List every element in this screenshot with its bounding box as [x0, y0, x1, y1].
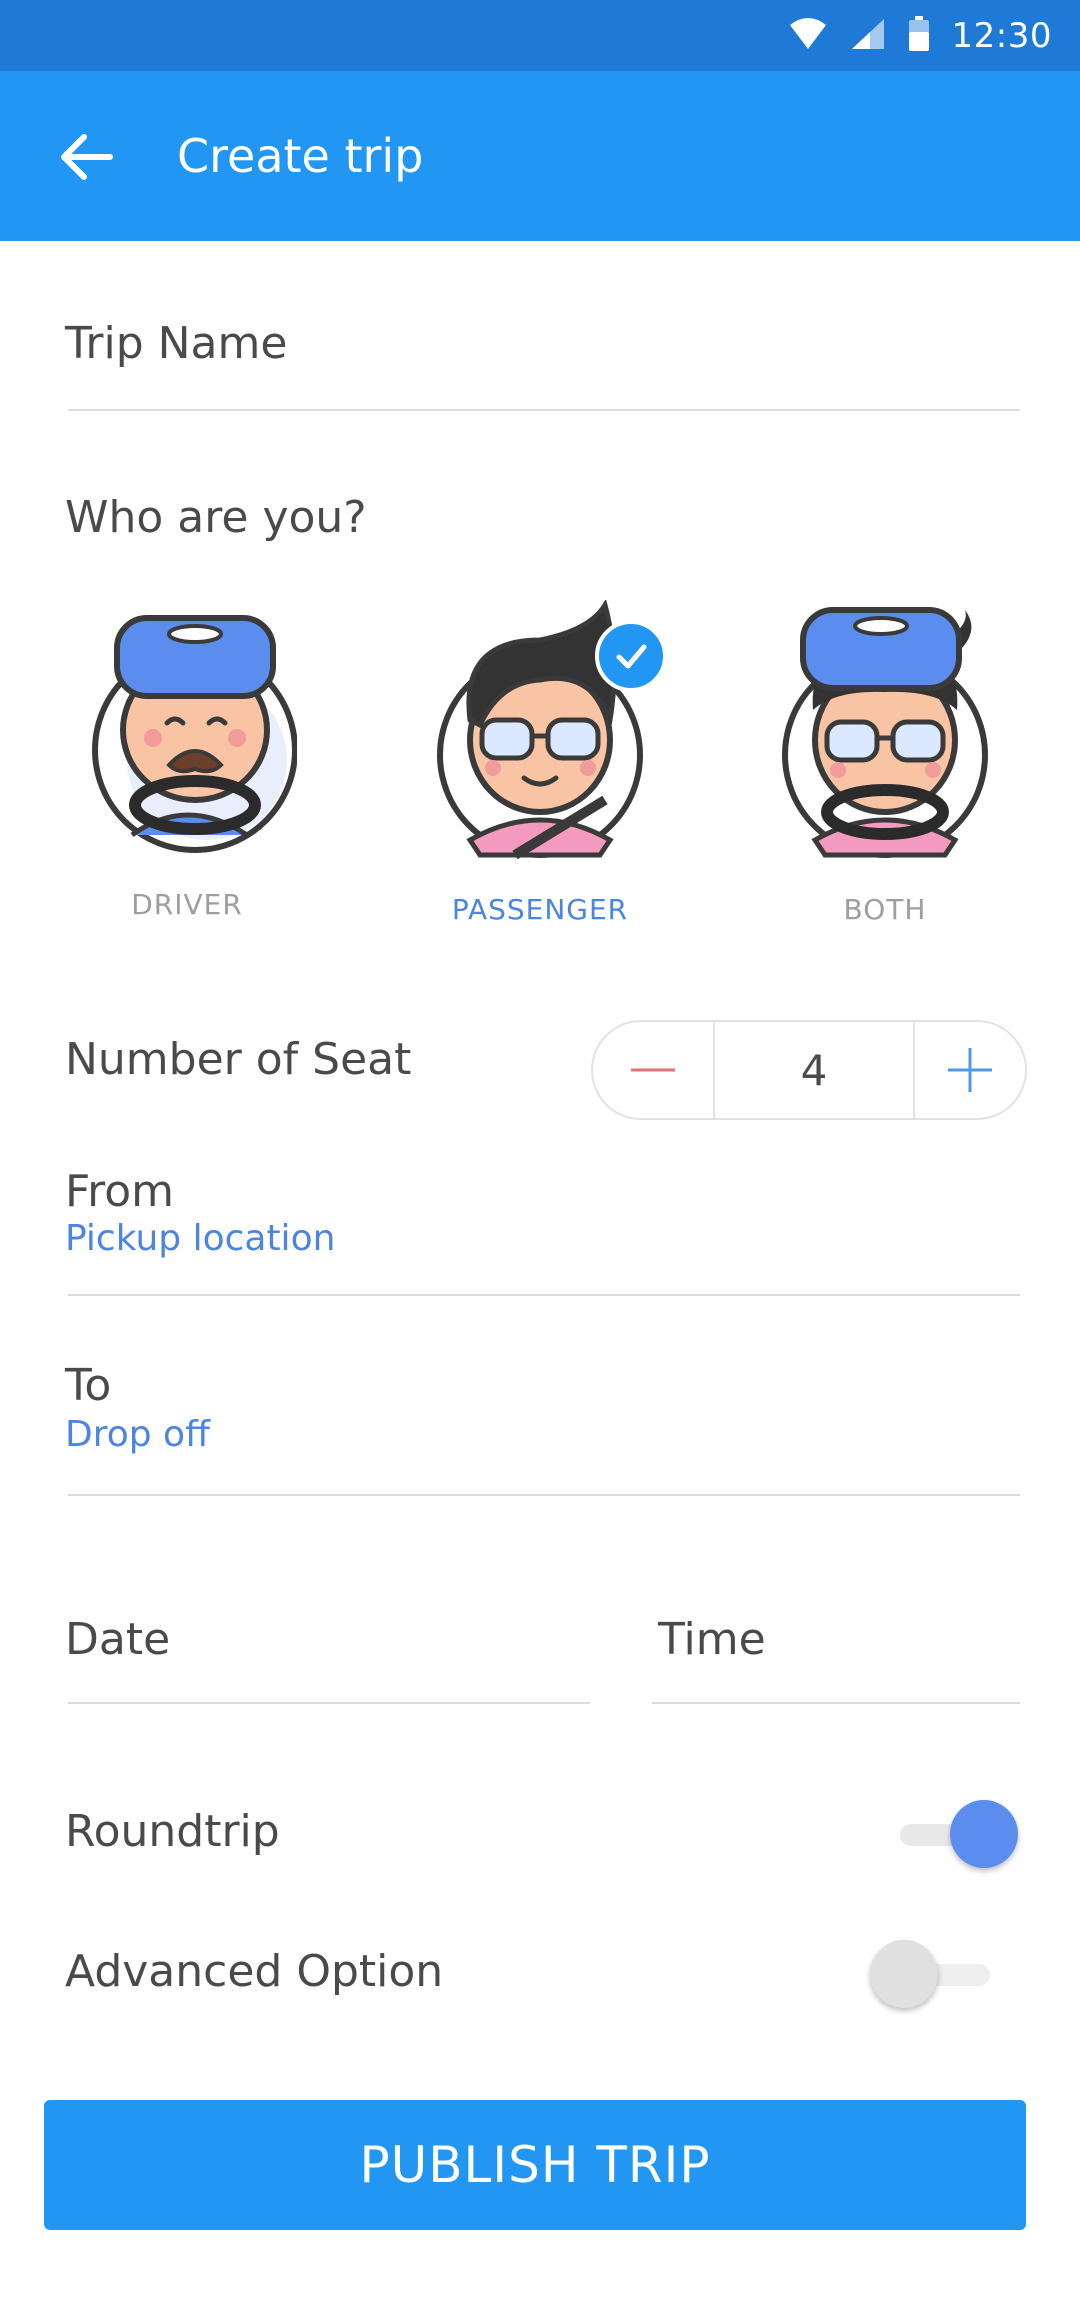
seat-count: 4 — [715, 1022, 915, 1118]
to-underline — [68, 1494, 1020, 1496]
to-label: To — [65, 1360, 112, 1411]
role-option-passenger[interactable]: PASSENGER — [420, 600, 667, 926]
date-field[interactable]: Date — [65, 1614, 170, 1665]
pickup-location-field[interactable]: Pickup location — [65, 1218, 335, 1259]
check-icon — [595, 620, 667, 692]
publish-trip-button[interactable]: PUBLISH TRIP — [44, 2100, 1026, 2230]
seats-label: Number of Seat — [65, 1034, 412, 1085]
increment-button[interactable] — [915, 1022, 1025, 1118]
time-field[interactable]: Time — [658, 1614, 766, 1665]
roundtrip-label: Roundtrip — [65, 1806, 280, 1857]
advanced-option-toggle-knob — [870, 1940, 938, 2008]
time-underline — [652, 1702, 1020, 1704]
from-underline — [68, 1294, 1020, 1296]
status-icons: 12:30 — [788, 0, 1052, 71]
battery-icon — [908, 15, 930, 56]
driver-avatar-icon — [92, 615, 297, 853]
advanced-option-label: Advanced Option — [65, 1946, 444, 1997]
seat-stepper: 4 — [591, 1020, 1027, 1120]
role-option-both[interactable]: BOTH — [765, 600, 1005, 926]
role-label-both: BOTH — [843, 893, 927, 926]
back-button[interactable] — [50, 121, 122, 193]
decrement-button[interactable] — [593, 1022, 715, 1118]
app-bar: Create trip — [0, 71, 1080, 241]
trip-name-field[interactable]: Trip Name — [65, 318, 287, 369]
plus-icon — [948, 1048, 992, 1092]
wifi-icon — [788, 17, 828, 55]
who-are-you-label: Who are you? — [65, 492, 367, 543]
trip-name-underline — [68, 409, 1020, 411]
roundtrip-toggle[interactable] — [890, 1799, 1020, 1869]
status-bar: 12:30 — [0, 0, 1080, 71]
minus-icon — [631, 1068, 675, 1072]
role-label-driver: DRIVER — [131, 888, 243, 921]
page-title: Create trip — [177, 129, 424, 183]
roundtrip-toggle-knob — [950, 1800, 1018, 1868]
drop-off-field[interactable]: Drop off — [65, 1414, 210, 1455]
role-option-driver[interactable]: DRIVER — [67, 600, 307, 921]
date-underline — [68, 1702, 590, 1704]
arrow-left-icon — [61, 134, 113, 180]
role-label-passenger: PASSENGER — [451, 893, 629, 926]
from-label: From — [65, 1166, 175, 1217]
status-time: 12:30 — [951, 15, 1052, 56]
advanced-option-toggle[interactable] — [870, 1939, 1000, 2009]
both-avatar-icon — [782, 607, 988, 858]
signal-icon — [850, 17, 886, 55]
